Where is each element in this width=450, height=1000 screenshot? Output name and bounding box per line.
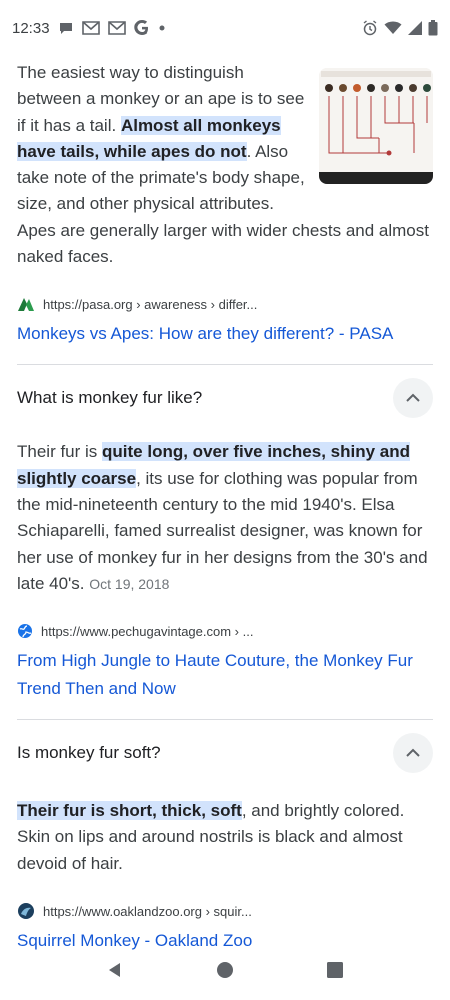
question-text: Is monkey fur soft? [17,743,161,763]
signal-icon [408,21,422,35]
answer-text-3: Their fur is short, thick, soft, and bri… [17,798,433,877]
answer-date: Oct 19, 2018 [89,575,170,592]
search-answers: The easiest way to distinguish between a… [17,60,433,955]
source-row[interactable]: https://www.pechugavintage.com › ... [17,619,433,643]
question-block-3: Is monkey fur soft? Their fur is short, … [17,720,433,955]
pasa-logo-icon [17,296,35,312]
wifi-icon [384,21,402,35]
answer-text-2: Their fur is quite long, over five inche… [17,439,433,597]
chat-bubble-icon [58,20,74,36]
alarm-icon [362,20,378,36]
chevron-up-icon [406,748,420,757]
source-url: https://www.pechugavintage.com › ... [41,623,254,639]
answer-text-part: Their fur is [17,442,103,462]
status-left: 12:33 [12,20,166,37]
gmail-icon [81,21,100,35]
google-icon [133,20,150,36]
status-right [362,20,438,36]
answer-thumbnail[interactable] [319,68,433,184]
source-row[interactable]: https://pasa.org › awareness › differ... [17,292,433,316]
answer-block-1: The easiest way to distinguish between a… [17,60,433,348]
question-text: What is monkey fur like? [17,388,203,408]
globe-icon [17,623,33,639]
battery-icon [428,20,438,36]
home-icon[interactable] [216,961,234,979]
chevron-up-icon [406,393,420,403]
clock: 12:33 [12,19,50,37]
collapse-button[interactable] [393,378,433,419]
collapse-button[interactable] [393,733,433,774]
oakland-zoo-logo-icon [17,902,35,920]
back-icon[interactable] [106,961,124,979]
answer-highlight: Their fur is short, thick, soft [17,801,242,821]
status-bar: 12:33 [0,0,450,56]
source-url: https://pasa.org › awareness › differ... [43,296,258,312]
question-row[interactable]: What is monkey fur like? [17,365,433,431]
source-link[interactable]: From High Jungle to Haute Couture, the M… [17,647,433,703]
recents-icon[interactable] [326,961,344,979]
question-block-2: What is monkey fur like? Their fur is qu… [17,365,433,703]
source-url: https://www.oaklandzoo.org › squir... [43,903,252,919]
question-row[interactable]: Is monkey fur soft? [17,720,433,786]
source-link[interactable]: Monkeys vs Apes: How are they different?… [17,320,433,348]
source-row[interactable]: https://www.oaklandzoo.org › squir... [17,899,433,923]
dot-icon [158,24,166,32]
gmail-icon [107,21,126,35]
navigation-bar [0,940,450,1000]
